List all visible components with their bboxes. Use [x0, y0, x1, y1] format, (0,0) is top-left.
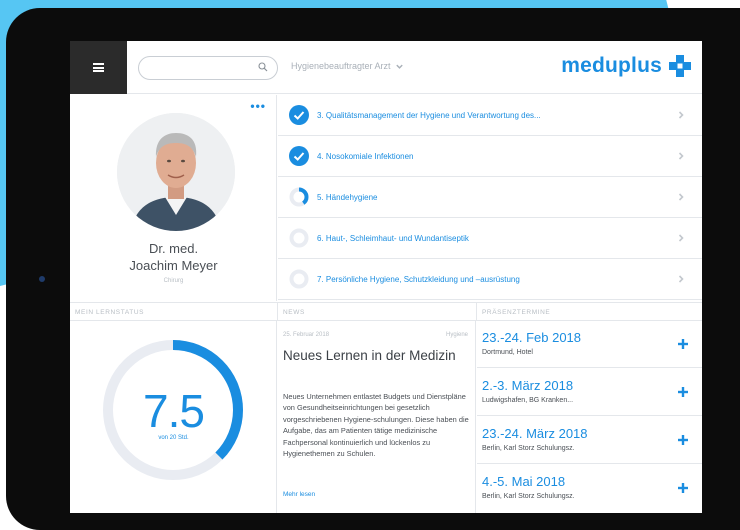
date-range: 2.-3. März 2018	[482, 378, 574, 393]
course-item-4[interactable]: 4. Nosokomiale Infektionen	[278, 136, 702, 177]
course-label: 5. Händehygiene	[317, 192, 378, 202]
chevron-right-icon	[678, 152, 684, 160]
role-dropdown[interactable]: Hygienebeauftragter Arzt	[291, 61, 404, 71]
more-options-icon[interactable]: •••	[250, 99, 266, 113]
date-range: 23.-24. März 2018	[482, 426, 588, 441]
profile-name: Joachim Meyer	[129, 258, 218, 273]
chevron-down-icon	[395, 64, 403, 69]
learning-status-panel: 7.5 von 20 Std.	[70, 321, 277, 513]
dates-list: 23.-24. Feb 2018 Dortmund, Hotel 2.-3. M…	[477, 321, 702, 513]
status-value: 7.5	[143, 385, 205, 437]
date-location: Berlin, Karl Storz Schulungsz.	[482, 493, 575, 500]
news-tag: Hygiene	[445, 332, 468, 338]
date-location: Dortmund, Hotel	[482, 349, 533, 356]
chevron-right-icon	[678, 193, 684, 201]
course-item-3[interactable]: 3. Qualitätsmanagement der Hygiene und V…	[278, 95, 702, 136]
profile-title: Dr. med.	[148, 241, 199, 256]
search-icon[interactable]	[258, 62, 268, 72]
hamburger-icon	[93, 63, 104, 72]
avatar	[117, 113, 235, 231]
app-screen: Hygienebeauftragter Arzt meduplus ••• Dr…	[70, 41, 702, 513]
date-item[interactable]: 4.-5. Mai 2018 Berlin, Karl Storz Schulu…	[477, 465, 702, 512]
section-header-news: NEWS	[278, 302, 477, 321]
news-title[interactable]: Neues Lernen in der Medizin	[283, 348, 456, 363]
progress-ring-icon	[289, 187, 309, 207]
logo-cross-icon	[669, 55, 691, 77]
course-item-7[interactable]: 7. Persönliche Hygiene, Schutzkleidung u…	[278, 259, 702, 300]
date-item[interactable]: 23.-24. Feb 2018 Dortmund, Hotel	[477, 321, 702, 368]
portrait-image	[117, 113, 235, 231]
top-bar: Hygienebeauftragter Arzt meduplus	[70, 41, 702, 94]
course-label: 6. Haut-, Schleimhaut- und Wundantisepti…	[317, 233, 469, 243]
date-item[interactable]: 2.-3. März 2018 Ludwigshafen, BG Kranken…	[477, 369, 702, 416]
profile-department: Chirurg	[163, 278, 184, 284]
course-label: 4. Nosokomiale Infektionen	[317, 151, 414, 161]
section-header-dates: PRÄSENZTERMINE	[477, 302, 702, 321]
course-list: 3. Qualitätsmanagement der Hygiene und V…	[278, 95, 702, 301]
chevron-right-icon	[678, 275, 684, 283]
read-more-link[interactable]: Mehr lesen	[283, 491, 315, 498]
plus-icon[interactable]	[678, 339, 688, 349]
empty-progress-ring-icon	[289, 269, 309, 289]
date-item[interactable]: 23.-24. März 2018 Berlin, Karl Storz Sch…	[477, 417, 702, 464]
checkmark-circle-icon	[289, 105, 309, 125]
checkmark-circle-icon	[289, 146, 309, 166]
status-subtitle: von 20 Std.	[158, 435, 189, 441]
tablet-frame: Hygienebeauftragter Arzt meduplus ••• Dr…	[6, 8, 740, 530]
course-item-5[interactable]: 5. Händehygiene	[278, 177, 702, 218]
date-range: 23.-24. Feb 2018	[482, 330, 582, 345]
plus-icon[interactable]	[678, 483, 688, 493]
profile-card: ••• Dr. med. Joachim Meyer Chirurg	[70, 95, 277, 301]
plus-icon[interactable]	[678, 387, 688, 397]
search-box[interactable]	[138, 56, 278, 80]
logo: meduplus	[561, 54, 691, 78]
chevron-right-icon	[678, 234, 684, 242]
course-label: 3. Qualitätsmanagement der Hygiene und V…	[317, 110, 541, 120]
search-input[interactable]	[149, 57, 259, 79]
chevron-right-icon	[678, 111, 684, 119]
news-date: 25. Februar 2018	[283, 332, 330, 338]
section-header-status: MEIN LERNSTATUS	[70, 302, 278, 321]
news-body: Neues Unternehmen entlastet Budgets und …	[283, 392, 469, 459]
course-item-6[interactable]: 6. Haut-, Schleimhaut- und Wundantisepti…	[278, 218, 702, 259]
camera-dot	[39, 276, 45, 282]
empty-progress-ring-icon	[289, 228, 309, 248]
course-label: 7. Persönliche Hygiene, Schutzkleidung u…	[317, 274, 520, 284]
menu-button[interactable]	[70, 41, 127, 94]
logo-text: meduplus	[561, 54, 662, 77]
date-range: 4.-5. Mai 2018	[482, 474, 566, 489]
plus-icon[interactable]	[678, 435, 688, 445]
date-location: Ludwigshafen, BG Kranken...	[482, 397, 574, 404]
date-location: Berlin, Karl Storz Schulungsz.	[482, 445, 575, 452]
news-panel: 25. Februar 2018 Hygiene Neues Lernen in…	[278, 321, 476, 513]
role-label: Hygienebeauftragter Arzt	[291, 61, 391, 71]
